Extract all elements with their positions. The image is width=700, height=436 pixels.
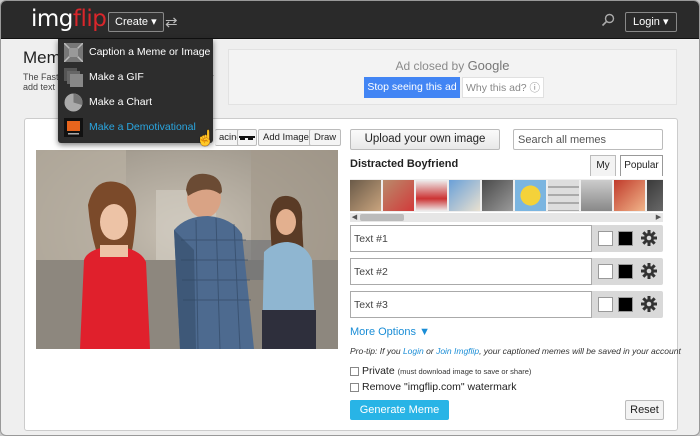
pro-tip-text: Pro-tip: If you Login or Join Imgflip, y… <box>350 346 681 356</box>
scroll-right-arrow-icon[interactable]: ▶ <box>654 213 663 222</box>
caption-icon <box>64 43 83 62</box>
menu-item-caption[interactable]: Caption a Meme or Image <box>58 40 213 66</box>
text-color-white-swatch[interactable] <box>598 264 613 279</box>
menu-item-gif[interactable]: Make a GIF <box>58 65 213 91</box>
ad-closed-banner: Ad closed by Google Stop seeing this ad … <box>228 49 677 105</box>
mouse-pointer-icon: ☝ <box>196 130 215 147</box>
protip-join-link[interactable]: Join Imgflip <box>436 346 479 356</box>
template-thumb[interactable] <box>449 180 480 211</box>
outline-color-black-swatch[interactable] <box>618 231 633 246</box>
outline-color-black-swatch[interactable] <box>618 264 633 279</box>
template-thumb[interactable] <box>515 180 546 211</box>
template-scrollbar[interactable]: ◀ ▶ <box>350 213 663 222</box>
template-thumb[interactable] <box>581 180 612 211</box>
menu-item-label: Make a Demotivational <box>89 121 196 133</box>
menu-item-label: Make a GIF <box>89 71 144 83</box>
shuffle-icon[interactable]: ⇄ <box>165 13 178 31</box>
menu-item-demotivational[interactable]: Make a Demotivational <box>58 115 213 141</box>
text-row-1 <box>350 225 663 252</box>
meme-preview-image[interactable] <box>36 150 338 349</box>
chart-icon <box>64 93 83 112</box>
outline-color-black-swatch[interactable] <box>618 297 633 312</box>
menu-item-chart[interactable]: Make a Chart <box>58 90 213 116</box>
text-color-white-swatch[interactable] <box>598 231 613 246</box>
private-label-text: Private <box>362 365 395 377</box>
reset-button[interactable]: Reset <box>625 400 664 420</box>
gear-icon[interactable] <box>640 295 658 313</box>
tab-my[interactable]: My <box>590 155 616 176</box>
search-icon[interactable] <box>601 13 615 27</box>
draw-button[interactable]: Draw <box>309 129 342 146</box>
sunglasses-icon <box>239 136 255 140</box>
private-note: (must download image to save or share) <box>397 367 532 376</box>
imgflip-logo[interactable]: imgflip <box>31 6 107 32</box>
template-thumb[interactable] <box>647 180 663 211</box>
demotivational-icon <box>64 118 83 137</box>
search-memes-input[interactable] <box>513 129 663 150</box>
remove-watermark-label: Remove "imgflip.com" watermark <box>362 381 517 393</box>
generate-meme-button[interactable]: Generate Meme <box>350 400 449 420</box>
add-image-button[interactable]: Add Image <box>258 129 314 146</box>
template-thumb[interactable] <box>482 180 513 211</box>
gear-icon[interactable] <box>640 262 658 280</box>
gif-icon <box>64 68 83 87</box>
private-label: Private (must download image to save or … <box>362 365 531 377</box>
deal-with-it-glasses-button[interactable] <box>237 129 257 146</box>
scrollbar-thumb[interactable] <box>360 214 404 221</box>
menu-item-label: Make a Chart <box>89 96 153 108</box>
protip-suffix: , your captioned memes will be saved in … <box>479 346 681 356</box>
protip-prefix: Pro-tip: If you <box>350 346 401 356</box>
template-thumb[interactable] <box>416 180 447 211</box>
text-row-3 <box>350 291 663 318</box>
text-input-2[interactable] <box>350 258 592 285</box>
meme-template-strip <box>350 179 663 212</box>
browser-frame: imgflip Create ▾ ⇄ Login ▾ Caption a Mem… <box>0 0 700 436</box>
private-checkbox[interactable] <box>350 367 359 376</box>
upload-own-image-button[interactable]: Upload your own image <box>350 129 500 150</box>
text-input-3[interactable] <box>350 291 592 318</box>
template-thumb[interactable] <box>383 180 414 211</box>
scroll-left-arrow-icon[interactable]: ◀ <box>350 213 359 222</box>
ad-google-label: Google <box>467 58 510 73</box>
distracted-boyfriend-image <box>36 150 338 349</box>
more-options-link[interactable]: More Options ▼ <box>350 326 430 338</box>
template-thumb[interactable] <box>548 180 579 211</box>
create-dropdown-menu: Caption a Meme or Image Make a GIF Make … <box>58 39 213 143</box>
gear-icon[interactable] <box>640 229 658 247</box>
protip-login-link[interactable]: Login <box>403 346 424 356</box>
template-thumb[interactable] <box>614 180 645 211</box>
menu-item-label: Caption a Meme or Image <box>89 46 211 58</box>
ad-closed-by: Ad closed by <box>395 59 465 73</box>
protip-or: or <box>426 346 434 356</box>
top-nav-bar: imgflip Create ▾ ⇄ Login ▾ <box>1 1 699 39</box>
remove-watermark-checkbox[interactable] <box>350 383 359 392</box>
create-menu-button[interactable]: Create ▾ <box>108 12 164 32</box>
login-button[interactable]: Login ▾ <box>625 12 677 32</box>
text-input-1[interactable] <box>350 225 592 252</box>
why-this-ad-button[interactable]: Why this ad? ⓘ <box>462 77 544 98</box>
selected-meme-title: Distracted Boyfriend <box>350 158 459 170</box>
ad-closed-text: Ad closed by Google <box>229 58 676 73</box>
text-row-2 <box>350 258 663 285</box>
tab-popular[interactable]: Popular <box>620 155 663 176</box>
logo-text-flip: flip <box>72 6 107 32</box>
template-thumb[interactable] <box>350 180 381 211</box>
logo-text-img: img <box>31 6 73 32</box>
stop-seeing-ad-button[interactable]: Stop seeing this ad <box>364 77 460 98</box>
text-color-white-swatch[interactable] <box>598 297 613 312</box>
